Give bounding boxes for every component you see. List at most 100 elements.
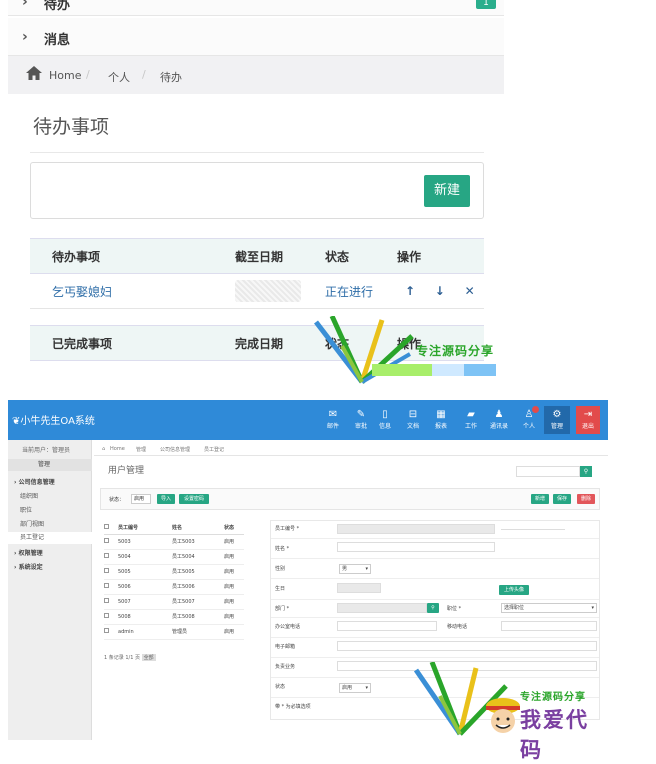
department-input[interactable] <box>337 603 427 613</box>
table-row[interactable]: admin 管理员 启用 <box>104 624 244 640</box>
column-header: 已完成事项 <box>30 325 235 361</box>
todo-page: › 待办 1 › 消息 Home / 个人 / 待办 待办事项 新建 待办事项 … <box>0 0 656 390</box>
blurred-date <box>235 280 301 302</box>
table-row[interactable]: 5006 员工5006 启用 <box>104 579 244 595</box>
user-table: 员工编号 姓名 状态 5003 员工5003 启用 5004 员工5004 启用 500… <box>104 522 244 640</box>
name-input[interactable] <box>337 542 495 552</box>
required-footnote: 带 * 为必填选项 <box>275 704 311 710</box>
add-button[interactable]: 新增 <box>531 494 549 504</box>
watermark-blur <box>432 364 464 376</box>
column-header: 操作 <box>397 238 484 274</box>
breadcrumb-home[interactable]: Home <box>110 446 125 452</box>
sidebar-item-org-chart[interactable]: 组织图 <box>8 491 92 500</box>
watermark-brand-text: 我爱代码 <box>520 707 589 762</box>
search-button[interactable]: ⚲ <box>580 466 592 477</box>
logout-icon: ⇥ <box>583 409 593 420</box>
upload-avatar-button[interactable]: 上传头像 <box>499 585 529 595</box>
sidebar-item-dept-view[interactable]: 部门视图 <box>8 519 92 528</box>
position-select[interactable]: 选择职位 ▾ <box>501 603 597 613</box>
breadcrumb: ⌂ Home 管理 公司信息管理 员工登记 <box>94 444 608 456</box>
mobile-input[interactable] <box>501 621 597 631</box>
label-name: 姓名 * <box>275 546 290 552</box>
office-phone-input[interactable] <box>337 621 437 631</box>
todo-date-cell <box>235 273 325 309</box>
nav-info[interactable]: ▯ 信息 <box>372 409 398 430</box>
nav-contacts[interactable]: ♟ 通讯录 <box>486 409 512 430</box>
email-input[interactable] <box>337 641 597 651</box>
app-title: ❦小牛先生OA系统 <box>12 416 95 427</box>
table-row: 乞丐娶媳妇 正在进行 ↑ ↓ ✕ <box>30 273 484 309</box>
menu-item-messages[interactable]: › 消息 <box>8 18 504 56</box>
home-icon <box>26 66 42 80</box>
todo-table: 待办事项 截至日期 状态 操作 乞丐娶媳妇 正在进行 ↑ ↓ ✕ <box>30 238 484 309</box>
todo-name-link[interactable]: 乞丐娶媳妇 <box>30 273 235 309</box>
nav-mail[interactable]: ✉ 邮件 <box>320 409 346 430</box>
column-header: 截至日期 <box>235 238 325 274</box>
move-down-icon[interactable]: ↓ <box>427 284 453 298</box>
breadcrumb-home[interactable]: Home <box>49 69 81 82</box>
nav-reports[interactable]: ▦ 报表 <box>428 409 454 430</box>
gender-select[interactable]: 男 ▾ <box>339 564 371 574</box>
notification-badge <box>532 406 539 413</box>
label-status: 状态 <box>275 684 286 690</box>
row-checkbox[interactable] <box>104 613 109 618</box>
breadcrumb-admin[interactable]: 管理 <box>136 446 146 453</box>
dropdown-arrow-icon: ▾ <box>365 685 368 691</box>
watermark-blur <box>372 364 432 376</box>
show-all-button[interactable]: 全部 <box>141 654 156 661</box>
sidebar-group-company[interactable]: › 公司信息管理 <box>8 477 92 486</box>
column-header: 待办事项 <box>30 238 235 274</box>
label-email: 电子邮箱 <box>275 644 296 650</box>
save-button[interactable]: 保存 <box>553 494 571 504</box>
department-search-button[interactable]: ⚲ <box>427 603 439 613</box>
row-checkbox[interactable] <box>104 568 109 573</box>
sidebar-item-employee-register[interactable]: 员工登记 <box>8 532 92 544</box>
delete-button[interactable]: 删除 <box>577 494 595 504</box>
table-row[interactable]: 5008 员工5008 启用 <box>104 609 244 625</box>
breadcrumb-company[interactable]: 公司信息管理 <box>160 446 190 453</box>
label-gender: 性别 <box>275 566 286 572</box>
menu-item-todo[interactable]: › 待办 <box>8 0 504 16</box>
table-row[interactable]: 5004 员工5004 启用 <box>104 549 244 565</box>
sidebar-group-settings[interactable]: › 系统设定 <box>8 562 92 571</box>
row-checkbox[interactable] <box>104 583 109 588</box>
pagination: 1 条记录 1/1 页 全部 <box>104 654 156 661</box>
nav-approval[interactable]: ✎ 审批 <box>348 409 374 430</box>
table-row[interactable]: 5003 员工5003 启用 <box>104 534 244 550</box>
move-up-icon[interactable]: ↑ <box>397 284 423 298</box>
row-checkbox[interactable] <box>104 598 109 603</box>
select-all-checkbox[interactable] <box>104 524 109 530</box>
role-select[interactable]: 管理 <box>8 459 92 471</box>
dropdown-arrow-icon: ▾ <box>591 605 594 611</box>
row-checkbox[interactable] <box>104 553 109 558</box>
pencil-icon: ✎ <box>356 409 366 420</box>
status-select[interactable]: 启用 ▾ <box>339 683 371 693</box>
row-checkbox[interactable] <box>104 628 109 633</box>
nav-admin[interactable]: ⚙ 管理 <box>544 406 570 434</box>
new-button[interactable]: 新建 <box>424 175 470 207</box>
nav-work[interactable]: ▰ 工作 <box>458 409 484 430</box>
sidebar-group-permissions[interactable]: › 权限管理 <box>8 548 92 557</box>
sidebar-item-position[interactable]: 职位 <box>8 505 92 514</box>
nav-personal[interactable]: ♙ 个人 <box>516 406 542 430</box>
menu-item-label: 待办 <box>44 0 71 13</box>
delete-icon[interactable]: ✕ <box>457 284 483 298</box>
column-header: 姓名 <box>172 522 224 535</box>
row-checkbox[interactable] <box>104 538 109 543</box>
search-input[interactable] <box>516 466 580 477</box>
pagination-text: 1 条记录 1/1 页 <box>104 655 140 661</box>
set-password-button[interactable]: 设置密码 <box>179 494 209 504</box>
nav-docs[interactable]: ⊟ 文档 <box>400 409 426 430</box>
column-header: 员工编号 <box>118 522 172 535</box>
table-row[interactable]: 5005 员工5005 启用 <box>104 564 244 580</box>
file-icon: ▯ <box>382 409 388 420</box>
nav-logout[interactable]: ⇥ 退出 <box>576 406 600 434</box>
watermark-text: 专注源码分享 <box>520 692 586 703</box>
import-button[interactable]: 导入 <box>157 494 175 504</box>
birthday-input[interactable] <box>337 583 381 593</box>
label-birthday: 生日 <box>275 586 286 592</box>
status-select[interactable]: 启用 <box>131 494 151 504</box>
table-row[interactable]: 5007 员工5007 启用 <box>104 594 244 610</box>
breadcrumb-personal[interactable]: 个人 <box>108 69 130 85</box>
employee-no-input[interactable] <box>337 524 495 534</box>
